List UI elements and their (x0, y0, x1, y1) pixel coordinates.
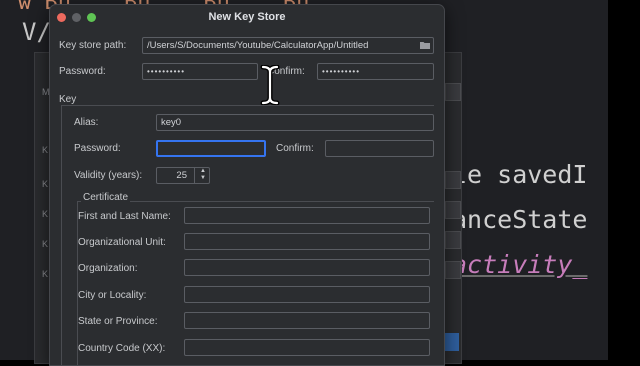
parent-field (445, 171, 461, 189)
key-confirm-password-input[interactable] (325, 140, 434, 157)
city-input[interactable] (184, 286, 430, 303)
i-beam-cursor-icon (260, 65, 280, 105)
organization-input[interactable] (184, 259, 430, 276)
key-store-path-value: /Users/S/Documents/Youtube/CalculatorApp… (147, 40, 369, 51)
password-label: Password: (59, 66, 106, 77)
key-group-border (61, 105, 434, 106)
certificate-group-border (77, 201, 434, 202)
key-confirm-label: Confirm: (276, 143, 314, 154)
org-unit-label: Organizational Unit: (78, 237, 166, 248)
confirm-password-input[interactable]: •••••••••• (317, 63, 434, 80)
key-group-border-left (61, 105, 62, 365)
state-input[interactable] (184, 312, 430, 329)
code-line-1: le savedI (452, 160, 587, 189)
parent-field (445, 83, 461, 101)
country-code-label: Country Code (XX): (78, 343, 166, 354)
key-store-path-label: Key store path: (59, 40, 127, 51)
first-last-name-input[interactable] (184, 207, 430, 224)
alias-input[interactable]: key0 (156, 114, 434, 131)
password-input[interactable]: •••••••••• (142, 63, 258, 80)
parent-field (445, 201, 461, 219)
country-code-input[interactable] (184, 339, 430, 356)
org-unit-input[interactable] (184, 233, 430, 250)
parent-label: K (42, 209, 49, 219)
state-label: State or Province: (78, 316, 158, 327)
first-last-name-label: First and Last Name: (78, 211, 171, 222)
key-group-label: Key (59, 94, 77, 105)
code-line-2: anceState (452, 205, 588, 234)
screen-edge (608, 0, 640, 360)
parent-field (445, 231, 461, 249)
code-line-1-text: le saved (452, 160, 573, 189)
new-key-store-dialog: New Key Store Key store path: /Users/S/D… (49, 4, 445, 366)
text-caret: I (572, 160, 588, 189)
alias-label: Alias: (74, 117, 99, 128)
parent-label: K (42, 269, 49, 279)
key-store-path-input[interactable]: /Users/S/Documents/Youtube/CalculatorApp… (142, 37, 434, 54)
parent-field (445, 261, 461, 279)
code-line-3: activity_ (452, 250, 588, 279)
stepper-arrows-icon[interactable]: ▲ ▼ (194, 167, 211, 184)
organization-label: Organization: (78, 263, 138, 274)
key-password-input[interactable] (156, 140, 266, 157)
key-password-label: Password: (74, 143, 121, 154)
parent-label: K (42, 145, 49, 155)
certificate-group-border-left (77, 201, 78, 365)
certificate-group-label: Certificate (81, 192, 131, 203)
parent-label: K (42, 239, 49, 249)
parent-label: K (42, 179, 49, 189)
folder-icon[interactable] (420, 41, 430, 49)
validity-label: Validity (years): (74, 170, 143, 181)
title-bar[interactable]: New Key Store (50, 5, 444, 29)
dialog-title: New Key Store (208, 11, 286, 23)
city-label: City or Locality: (78, 290, 147, 301)
